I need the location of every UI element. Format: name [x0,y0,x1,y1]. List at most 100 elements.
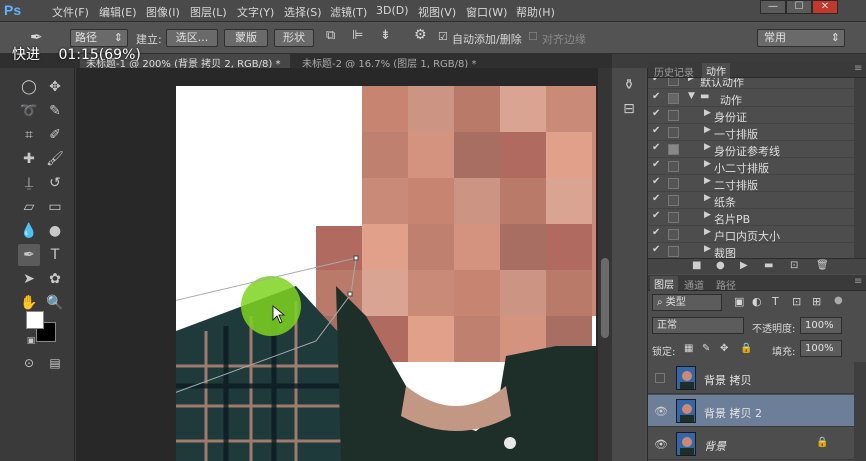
canvas-area[interactable] [76,68,612,461]
menu-edit[interactable]: 编辑(E) [99,4,137,20]
dialog-toggle-box[interactable] [668,229,679,240]
canvas-scrollbar[interactable] [598,68,612,461]
brush-icon[interactable]: 🖌 [44,148,66,170]
pen-tool-icon[interactable]: ✒ [18,244,40,266]
dialog-toggle-box[interactable] [668,246,679,257]
make-shape-button[interactable]: 形状 [274,29,314,47]
type-tool-icon[interactable]: T [44,244,66,266]
expand-arrow-icon[interactable]: ▶ [704,210,711,220]
expand-arrow-icon[interactable]: ▶ [704,125,711,135]
action-row[interactable]: ✔ ▶ 一寸排版 [648,124,854,141]
auto-add-checkbox-icon[interactable]: ☑ [438,30,448,43]
expand-arrow-icon[interactable]: ▶ [704,108,711,118]
layer-row[interactable]: 背景 拷贝 [648,362,854,394]
dialog-toggle-box[interactable] [668,110,679,121]
trash-icon[interactable]: 🗑 [816,260,829,271]
lock-pixels-icon[interactable]: ✎ [702,343,710,354]
action-enabled-check-icon[interactable]: ✔ [652,210,664,221]
eye-icon[interactable]: 👁 [654,438,668,451]
stop-icon[interactable]: ■ [692,260,701,271]
action-row[interactable]: ✔ ▶ 户口内页大小 [648,226,854,243]
foreground-color-swatch[interactable] [26,311,44,329]
action-row[interactable]: ✔ ▶ 身份证 [648,107,854,124]
action-row[interactable]: ✔ ▶ 二寸排版 [648,175,854,192]
tab-document-2[interactable]: 未标题-2 @ 16.7% (图层 1, RGB/8) * [296,54,486,68]
actions-scrollbar[interactable] [854,78,866,260]
dialog-toggle-box[interactable] [668,78,679,86]
lock-position-icon[interactable]: ✥ [720,343,728,354]
expand-arrow-icon[interactable]: ▶ [704,193,711,203]
action-enabled-check-icon[interactable]: ✔ [652,176,664,187]
action-enabled-check-icon[interactable]: ✔ [652,108,664,119]
zoom-tool-icon[interactable]: 🔍 [44,292,66,314]
action-row[interactable]: ✔ ▶ 身份证参考线 [648,141,854,158]
history-panel-icon[interactable]: ⚱ [618,74,640,96]
history-brush-icon[interactable]: ↺ [44,172,66,194]
action-enabled-check-icon[interactable]: ✔ [652,193,664,204]
layers-scrollbar[interactable] [854,362,866,461]
quick-mask-icon[interactable]: ⊙ [18,352,40,374]
dialog-toggle-box[interactable] [668,178,679,189]
lock-transparent-icon[interactable]: ▦ [684,343,693,354]
dialog-toggle-box[interactable] [668,127,679,138]
dialog-toggle-box[interactable] [668,93,679,104]
menu-help[interactable]: 帮助(H) [516,4,555,20]
shape-filter-icon[interactable]: ⊡ [792,295,801,308]
expand-arrow-icon[interactable]: ▶ [704,142,711,152]
path-selection-icon[interactable]: ➤ [18,268,40,290]
eyedropper-icon[interactable]: ✐ [44,124,66,146]
action-enabled-check-icon[interactable]: ✔ [652,142,664,153]
menu-file[interactable]: 文件(F) [52,4,89,20]
menu-type[interactable]: 文字(Y) [237,4,274,20]
blur-icon[interactable]: 💧 [18,220,40,242]
expand-arrow-icon[interactable]: ▶ [704,244,711,254]
adjustment-filter-icon[interactable]: ◐ [752,295,762,308]
type-filter-icon[interactable]: T [772,295,779,308]
visibility-toggle-off[interactable] [655,373,665,383]
new-set-icon[interactable]: ▬ [764,260,773,271]
dialog-toggle-box[interactable] [668,212,679,223]
expand-arrow-icon[interactable]: ▶ [704,227,711,237]
action-row[interactable]: ✔ ▶ 纸条 [648,192,854,209]
layer-row-selected[interactable]: 👁 背景 拷贝 2 [648,395,854,427]
tab-history[interactable]: 历史记录 [654,64,694,79]
menu-select[interactable]: 选择(S) [284,4,322,20]
menu-layer[interactable]: 图层(L) [190,4,227,20]
smart-object-filter-icon[interactable]: ⊞ [812,295,821,308]
fill-input[interactable]: 100% [800,340,842,357]
ellipse-marquee-icon[interactable]: ◯ [18,76,40,98]
make-selection-button[interactable]: 选区... [166,29,218,47]
workspace-dropdown[interactable]: 常用 ⇕ [757,29,845,47]
dialog-toggle-box[interactable] [668,195,679,206]
healing-brush-icon[interactable]: ✚ [18,148,40,170]
make-mask-button[interactable]: 蒙版 [224,29,268,47]
dialog-toggle-box[interactable] [668,144,679,155]
menu-image[interactable]: 图像(I) [146,4,180,20]
image-filter-icon[interactable]: ▣ [734,295,744,308]
screen-mode-icon[interactable]: ▤ [44,352,66,374]
dialog-toggle-box[interactable] [668,161,679,172]
expand-arrow-icon[interactable]: ▼ [688,91,695,101]
record-icon[interactable]: ● [716,260,725,271]
opacity-input[interactable]: 100% [800,317,842,334]
action-enabled-check-icon[interactable]: ✔ [652,125,664,136]
eye-icon[interactable]: 👁 [654,405,668,418]
properties-panel-icon[interactable]: ⊟ [618,98,640,120]
layer-row[interactable]: 👁 背景 🔒 [648,428,854,460]
custom-shape-icon[interactable]: ✿ [44,268,66,290]
path-arrangement-icon[interactable]: ⇟ [380,28,391,43]
default-colors-icon[interactable]: ▣ [20,330,42,352]
lock-all-icon[interactable]: 🔒 [740,343,752,354]
tab-channels[interactable]: 通道 [684,277,704,292]
tab-layers[interactable]: 图层 [650,276,678,291]
action-enabled-check-icon[interactable]: ✔ [652,159,664,170]
action-set-row[interactable]: ✔ ▼ ▬ 动作 [648,90,854,107]
panel-menu-icon[interactable]: ≡ [854,63,862,74]
menu-3d[interactable]: 3D(D) [376,4,409,17]
action-row[interactable]: ✔ ▶ 名片PB [648,209,854,226]
clone-stamp-icon[interactable]: ⍊ [18,172,40,194]
layer-filter-dropdown[interactable]: ⌕ 类型 [652,294,722,311]
scrollbar-thumb[interactable] [601,258,609,338]
gradient-icon[interactable]: ▭ [44,196,66,218]
action-row[interactable]: ✔ ▶ 小二寸排版 [648,158,854,175]
